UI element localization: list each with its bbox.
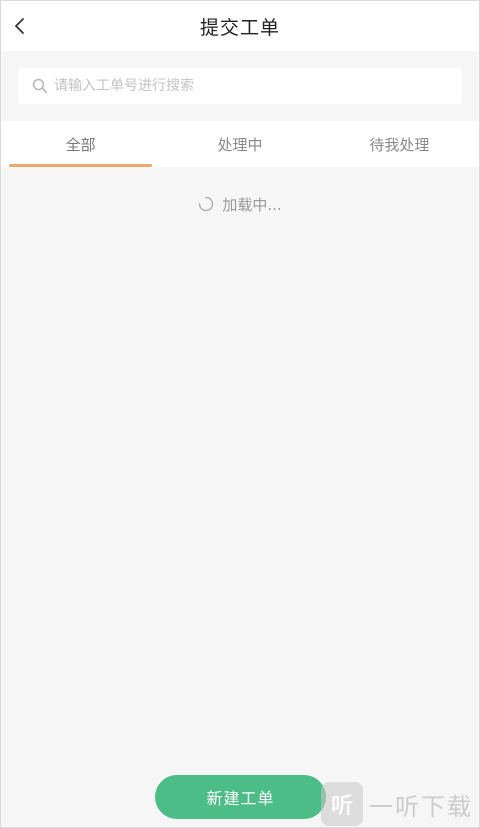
search-section — [1, 51, 479, 121]
loading-indicator: 加载中... — [1, 191, 479, 217]
search-icon — [32, 78, 48, 94]
page-title: 提交工单 — [199, 16, 280, 39]
app-screen: 提交工单 全部 处理中 待我处理 加载中... 新建工单 听 一听下载 — [0, 0, 480, 828]
tab-processing[interactable]: 处理中 — [160, 121, 319, 167]
loading-spinner-icon — [198, 196, 214, 212]
tab-bar: 全部 处理中 待我处理 — [1, 121, 479, 167]
search-box[interactable] — [18, 68, 462, 104]
tab-pending-me[interactable]: 待我处理 — [320, 121, 479, 167]
tab-all[interactable]: 全部 — [1, 121, 160, 167]
loading-text: 加载中... — [222, 195, 282, 214]
watermark-text: 一听下载 — [369, 792, 473, 821]
watermark: 听 一听下载 — [321, 779, 479, 827]
search-input[interactable] — [54, 78, 434, 94]
watermark-logo: 听 — [321, 782, 363, 826]
top-navigation-bar: 提交工单 — [1, 1, 479, 51]
new-ticket-button[interactable]: 新建工单 — [155, 775, 326, 819]
